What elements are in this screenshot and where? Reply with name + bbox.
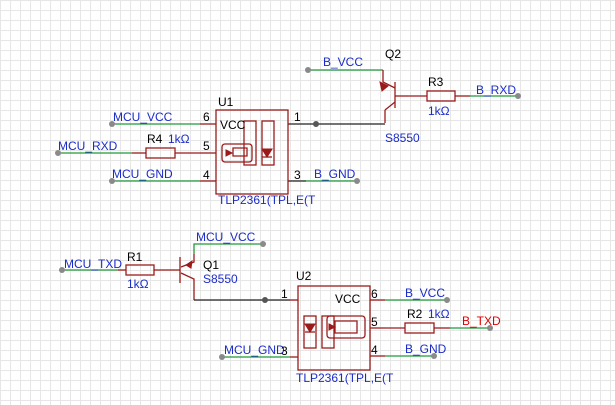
svg-text:TLP2361(TPL,E(T: TLP2361(TPL,E(T <box>218 193 316 207</box>
resistor-r4[interactable]: R4 1kΩ <box>132 132 200 159</box>
svg-text:B_GND: B_GND <box>405 342 447 356</box>
svg-text:B_VCC: B_VCC <box>323 55 363 69</box>
resistor-r1[interactable]: R1 1kΩ <box>118 250 180 291</box>
svg-text:S8550: S8550 <box>203 272 238 286</box>
svg-text:R2: R2 <box>407 307 423 321</box>
svg-text:VCC: VCC <box>335 292 361 306</box>
svg-text:1kΩ: 1kΩ <box>428 307 450 321</box>
svg-text:TLP2361(TPL,E(T: TLP2361(TPL,E(T <box>296 371 394 385</box>
svg-text:3: 3 <box>294 168 301 182</box>
svg-text:B_RXD: B_RXD <box>476 83 516 97</box>
svg-text:1kΩ: 1kΩ <box>127 277 149 291</box>
svg-text:4: 4 <box>371 343 378 357</box>
svg-text:5: 5 <box>371 315 378 329</box>
svg-text:Q2: Q2 <box>385 47 401 61</box>
net-mcu-vcc-bottom[interactable]: MCU_VCC <box>193 230 266 254</box>
net-b-vcc-bottom[interactable]: B_VCC <box>385 286 450 303</box>
svg-text:R4: R4 <box>147 132 163 146</box>
svg-text:R1: R1 <box>127 250 143 264</box>
svg-text:6: 6 <box>203 110 210 124</box>
net-b-vcc-top[interactable]: B_VCC <box>305 55 383 73</box>
svg-text:6: 6 <box>371 287 378 301</box>
svg-text:U1: U1 <box>218 95 234 109</box>
svg-text:5: 5 <box>203 139 210 153</box>
svg-text:B_TXD: B_TXD <box>462 314 501 328</box>
svg-text:Q1: Q1 <box>203 258 219 272</box>
svg-text:MCU_GND: MCU_GND <box>112 167 173 181</box>
svg-text:MCU_TXD: MCU_TXD <box>64 257 122 271</box>
optocoupler-u1[interactable]: U1 VCC 6 5 4 1 3 TLP2361(TPL,E(T <box>200 95 316 207</box>
svg-text:MCU_VCC: MCU_VCC <box>196 230 256 244</box>
svg-text:3: 3 <box>281 344 288 358</box>
wire-q1-u2-pin1 <box>194 297 290 303</box>
svg-text:1: 1 <box>294 110 301 124</box>
optocoupler-u2[interactable]: U2 VCC 1 3 6 5 4 TLP2361(TPL,E(T <box>281 269 394 385</box>
resistor-r3[interactable]: R3 1kΩ <box>408 75 470 118</box>
svg-text:MCU_RXD: MCU_RXD <box>58 139 118 153</box>
net-mcu-gnd-bottom[interactable]: MCU_GND <box>219 343 290 360</box>
svg-text:1: 1 <box>281 287 288 301</box>
schematic-canvas: B_VCC Q2 S8550 R3 1kΩ B_RXD MCU_VCC MCU_… <box>55 47 521 385</box>
svg-text:U2: U2 <box>296 269 312 283</box>
net-mcu-txd[interactable]: MCU_TXD <box>59 257 122 273</box>
net-mcu-vcc-top[interactable]: MCU_VCC <box>109 110 200 127</box>
svg-text:MCU_GND: MCU_GND <box>224 343 285 357</box>
net-b-gnd-bottom[interactable]: B_GND <box>385 342 447 359</box>
svg-text:VCC: VCC <box>220 118 246 132</box>
net-b-txd[interactable]: B_TXD <box>450 314 501 331</box>
transistor-q1[interactable]: Q1 S8550 <box>179 254 238 300</box>
net-b-rxd[interactable]: B_RXD <box>470 83 521 99</box>
svg-text:4: 4 <box>203 168 210 182</box>
svg-text:B_VCC: B_VCC <box>405 286 445 300</box>
resistor-r2[interactable]: R2 1kΩ <box>385 307 450 334</box>
svg-text:1kΩ: 1kΩ <box>168 132 190 146</box>
svg-text:S8550: S8550 <box>385 131 420 145</box>
net-mcu-gnd-top[interactable]: MCU_GND <box>109 167 200 184</box>
svg-text:MCU_VCC: MCU_VCC <box>113 110 173 124</box>
net-mcu-rxd[interactable]: MCU_RXD <box>55 139 132 156</box>
svg-text:1kΩ: 1kΩ <box>428 104 450 118</box>
svg-text:B_GND: B_GND <box>314 167 356 181</box>
svg-text:R3: R3 <box>428 75 444 89</box>
wire-u1-pin1-q2 <box>288 121 385 127</box>
